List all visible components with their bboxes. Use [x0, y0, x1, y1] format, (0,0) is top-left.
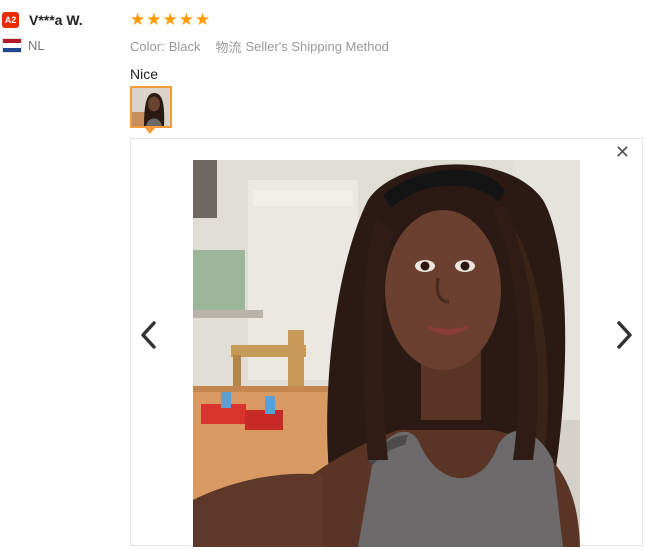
buyer-name: V***a W.	[29, 12, 83, 28]
thumbnail-pointer	[145, 128, 155, 134]
buyer-level-badge: A2	[2, 12, 19, 28]
review-attributes: Color: Black 物流 Seller's Shipping Method	[130, 37, 645, 56]
star-icon: ★	[130, 10, 146, 29]
shipping-value: Seller's Shipping Method	[245, 39, 389, 54]
review-photo-image	[193, 160, 580, 547]
star-icon: ★	[195, 10, 211, 29]
shipping-label: 物流	[215, 40, 242, 55]
star-rating: ★ ★ ★ ★ ★	[130, 10, 645, 29]
review-text: Nice	[130, 66, 159, 82]
star-icon: ★	[162, 10, 178, 29]
photo-viewer: ✕	[130, 138, 643, 547]
review-body: ★ ★ ★ ★ ★ Color: Black 物流 Seller's Shipp…	[130, 10, 645, 82]
review-photo-large	[193, 160, 580, 547]
review-photo-thumbnail[interactable]	[130, 86, 172, 128]
close-icon[interactable]: ✕	[615, 142, 630, 162]
chevron-left-icon[interactable]	[137, 317, 161, 353]
chevron-right-icon[interactable]	[612, 317, 636, 353]
buyer-country: NL	[28, 38, 45, 53]
color-label: Color:	[130, 39, 165, 54]
star-icon: ★	[146, 10, 162, 29]
color-value: Black	[168, 39, 201, 54]
star-icon: ★	[178, 10, 194, 29]
nl-flag-icon	[2, 38, 22, 53]
buyer-info: A2 V***a W. NL	[2, 12, 122, 53]
thumbnail-image	[132, 88, 170, 126]
